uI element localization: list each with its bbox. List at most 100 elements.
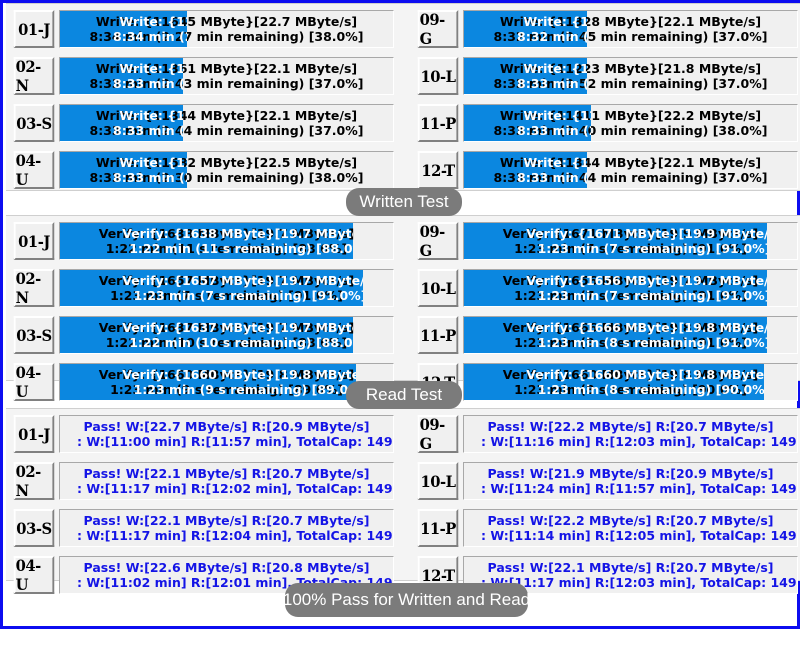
channel-slot[interactable]: 02-N Write: {11361 MByte}[22.1 MByte/s] 8:… xyxy=(12,57,394,95)
pass-result-text: Pass! W:[22.2 MByte/s] R:[20.7 MByte/s]:… xyxy=(464,510,797,546)
progress-line-2: 8:33 min (2:52 min remaining) [37.0%] xyxy=(517,76,587,91)
progress-line-1: Verify: {1638 MByte}[19.7 MByte/s] xyxy=(122,226,354,241)
progress-line-1: Verify: {1660 MByte}[19.8 MByte/s] xyxy=(122,367,357,382)
channel-slot[interactable]: 11-P Write: {11411 MByte}[22.2 MByte/s] 8:… xyxy=(416,104,798,142)
progress-bar-text-highlight: Write: {11361 MByte}[22.1 MByte/s]8:33 m… xyxy=(60,58,183,94)
badge-written-test: Written Test xyxy=(346,188,462,216)
channel-slot[interactable]: 02-N Verify: {1657 MByte}[19.7 MByte/s] 1:… xyxy=(12,269,394,307)
channel-slot[interactable]: 03-S Write: {11344 MByte}[22.1 MByte/s] 8:… xyxy=(12,104,394,142)
progress-bar: Write: {11645 MByte}[22.7 MByte/s] 8:34 m… xyxy=(59,10,394,48)
progress-bar: Write: {11361 MByte}[22.1 MByte/s] 8:33 m… xyxy=(59,57,394,95)
progress-bar-text: Verify: {1671 MByte}[19.9 MByte/s] 1:23 m… xyxy=(464,223,767,259)
pass-line-1: Pass! W:[22.2 MByte/s] R:[20.7 MByte/s] xyxy=(487,513,774,528)
channel-label-button[interactable]: 04-U xyxy=(13,363,55,401)
channel-label-button[interactable]: 03-S xyxy=(13,316,55,354)
pass-line-1: Pass! W:[22.1 MByte/s] R:[20.7 MByte/s] xyxy=(83,513,370,528)
channel-label-button[interactable]: 02-N xyxy=(13,462,55,500)
channel-slot[interactable]: 03-S Pass! W:[22.1 MByte/s] R:[20.7 MByte… xyxy=(12,509,394,547)
pass-line-1: Pass! W:[22.2 MByte/s] R:[20.7 MByte/s] xyxy=(487,419,774,434)
pass-result-text: Pass! W:[21.9 MByte/s] R:[20.9 MByte/s]:… xyxy=(464,463,797,499)
channel-label-button[interactable]: 02-N xyxy=(13,57,55,95)
channel-slot[interactable]: 03-S Verify: {1637 MByte}[19.7 MByte/s] 1:… xyxy=(12,316,394,354)
channel-slot[interactable]: 02-N Pass! W:[22.1 MByte/s] R:[20.7 MByte… xyxy=(12,462,394,500)
progress-bar-text-highlight: Verify: {1637 MByte}[19.7 MByte/s] 1:22 m… xyxy=(60,317,353,353)
progress-bar-text: Write: {11645 MByte}[22.7 MByte/s]8:34 m… xyxy=(60,11,187,47)
channel-label-button[interactable]: 02-N xyxy=(13,269,55,307)
progress-line-2: 1:23 min (8 s remaining) [91.0%] xyxy=(537,335,768,350)
channel-label-button[interactable]: 04-U xyxy=(13,151,55,189)
progress-bar: Write: {11582 MByte}[22.5 MByte/s] 8:33 m… xyxy=(59,151,394,189)
pass-result-panel: 01-J Pass! W:[22.7 MByte/s] R:[20.9 MByte… xyxy=(6,408,800,594)
channel-slot[interactable]: 09-G Verify: {1671 MByte}[19.9 MByte/s] 1:… xyxy=(416,222,798,260)
channel-slot[interactable]: 10-L Pass! W:[21.9 MByte/s] R:[20.9 MByte… xyxy=(416,462,798,500)
progress-line-2: 1:22 min (11 s remaining) [88.0%] xyxy=(129,241,354,256)
channel-slot[interactable]: 12-TVerify: {1660 MByte}[19.8 MByte/s]1:… xyxy=(416,363,798,401)
progress-bar-text-highlight: Verify: {1656 MByte}[19.7 MByte/s] 1:23 m… xyxy=(464,270,767,306)
progress-line-1: Write: {11223 MByte}[21.8 MByte/s] xyxy=(523,61,587,76)
pass-line-2: : W:[11:17 min] R:[12:02 min], TotalCap:… xyxy=(77,481,394,496)
channel-label-button[interactable]: 01-J xyxy=(13,415,55,453)
progress-bar-text-highlight: Write: {11645 MByte}[22.7 MByte/s]8:34 m… xyxy=(60,11,187,47)
progress-line-1: Write: {11328 MByte}[22.1 MByte/s] xyxy=(523,14,587,29)
progress-bar-text: Verify: {1660 MByte}[19.8 MByte/s] 1:23 m… xyxy=(464,364,764,400)
channel-slot[interactable]: 01-J Verify: {1638 MByte}[19.7 MByte/s] 1:… xyxy=(12,222,394,260)
progress-bar-text-highlight: Verify: {1657 MByte}[19.7 MByte/s] 1:23 m… xyxy=(60,270,363,306)
verify-test-panel: 01-J Verify: {1638 MByte}[19.7 MByte/s] 1:… xyxy=(6,215,800,401)
channel-label-button[interactable]: 09-G xyxy=(417,415,459,453)
progress-line-1: Verify: {1671 MByte}[19.9 MByte/s] xyxy=(526,226,768,241)
channel-slot[interactable]: 09-G Write: {11328 MByte}[22.1 MByte/s] 8:… xyxy=(416,10,798,48)
pass-line-1: Pass! W:[21.9 MByte/s] R:[20.9 MByte/s] xyxy=(487,466,774,481)
channel-label-button[interactable]: 09-G xyxy=(417,10,459,48)
channel-label-button[interactable]: 11-P xyxy=(417,104,459,142)
badge-read-test: Read Test xyxy=(346,381,462,409)
pass-line-2: : W:[11:17 min] R:[12:04 min], TotalCap:… xyxy=(77,528,394,543)
progress-bar: Verify: {1666 MByte}[19.8 MByte/s] 1:23 m… xyxy=(463,316,798,354)
progress-bar-text-highlight: Verify: {1666 MByte}[19.8 MByte/s] 1:23 m… xyxy=(464,317,767,353)
channel-slot[interactable]: 01-J Pass! W:[22.7 MByte/s] R:[20.9 MByte… xyxy=(12,415,394,453)
pass-line-2: : W:[11:14 min] R:[12:05 min], TotalCap:… xyxy=(481,528,798,543)
pass-column-left: 01-J Pass! W:[22.7 MByte/s] R:[20.9 MByte… xyxy=(12,409,400,594)
write-column-right: 09-G Write: {11328 MByte}[22.1 MByte/s] 8:… xyxy=(416,4,800,190)
progress-bar-text: Verify: {1666 MByte}[19.8 MByte/s] 1:23 m… xyxy=(464,317,767,353)
channel-slot[interactable]: 11-P Verify: {1666 MByte}[19.8 MByte/s] 1:… xyxy=(416,316,798,354)
channel-slot[interactable]: 11-P Pass! W:[22.2 MByte/s] R:[20.7 MByte… xyxy=(416,509,798,547)
channel-slot[interactable]: 04-U Write: {11582 MByte}[22.5 MByte/s] 8:… xyxy=(12,151,394,189)
channel-label-button[interactable]: 09-G xyxy=(417,222,459,260)
progress-bar-text-highlight: Verify: {1660 MByte}[19.8 MByte/s] 1:23 m… xyxy=(464,364,764,400)
progress-line-2: 8:33 min (2:30 min remaining) [38.0%] xyxy=(113,170,187,185)
progress-bar-text: Write: {11223 MByte}[21.8 MByte/s]8:33 m… xyxy=(464,58,587,94)
pass-line-2: : W:[11:24 min] R:[11:57 min], TotalCap:… xyxy=(481,481,798,496)
channel-slot[interactable]: 10-L Write: {11223 MByte}[21.8 MByte/s] 8:… xyxy=(416,57,798,95)
progress-line-1: Verify: {1657 MByte}[19.7 MByte/s] xyxy=(122,273,364,288)
progress-bar-text: Write: {11582 MByte}[22.5 MByte/s]8:33 m… xyxy=(60,152,187,188)
progress-bar-text-highlight: Write: {11344 MByte}[22.1 MByte/s]8:33 m… xyxy=(464,152,587,188)
channel-slot[interactable]: 01-J Write: {11645 MByte}[22.7 MByte/s] 8:… xyxy=(12,10,394,48)
channel-label-button[interactable]: 10-L xyxy=(417,462,459,500)
progress-line-2: 1:23 min (7 s remaining) [91.0%] xyxy=(133,288,364,303)
progress-bar: Verify: {1656 MByte}[19.7 MByte/s] 1:23 m… xyxy=(463,269,798,307)
channel-label-button[interactable]: 03-S xyxy=(13,104,55,142)
channel-label-button[interactable]: 12-T xyxy=(417,151,459,189)
channel-slot[interactable]: 04-U Verify: {1660 MByte}[19.8 MByte/s] 1:… xyxy=(12,363,394,401)
channel-label-button[interactable]: 10-L xyxy=(417,57,459,95)
progress-bar: Verify: {1638 MByte}[19.7 MByte/s] 1:22 m… xyxy=(59,222,394,260)
pass-line-1: Pass! W:[22.7 MByte/s] R:[20.9 MByte/s] xyxy=(83,419,370,434)
pass-result-text: Pass! W:[22.1 MByte/s] R:[20.7 MByte/s]:… xyxy=(60,510,393,546)
progress-line-2: 1:23 min (8 s remaining) [90.0%] xyxy=(537,382,764,397)
channel-label-button[interactable]: 11-P xyxy=(417,316,459,354)
progress-bar-text-highlight: Write: {11411 MByte}[22.2 MByte/s]8:33 m… xyxy=(464,105,591,141)
channel-label-button[interactable]: 01-J xyxy=(13,222,55,260)
channel-label-button[interactable]: 10-L xyxy=(417,269,459,307)
channel-slot[interactable]: 09-G Pass! W:[22.2 MByte/s] R:[20.7 MByte… xyxy=(416,415,798,453)
channel-label-button[interactable]: 01-J xyxy=(13,10,55,48)
channel-slot[interactable]: 10-L Verify: {1656 MByte}[19.7 MByte/s] 1:… xyxy=(416,269,798,307)
channel-slot[interactable]: 12-T Write: {11344 MByte}[22.1 MByte/s] 8:… xyxy=(416,151,798,189)
progress-bar: Write: {11223 MByte}[21.8 MByte/s] 8:33 m… xyxy=(463,57,798,95)
channel-label-button[interactable]: 11-P xyxy=(417,509,459,547)
channel-label-button[interactable]: 03-S xyxy=(13,509,55,547)
channel-label-button[interactable]: 04-U xyxy=(13,556,55,594)
progress-bar: Write: {11411 MByte}[22.2 MByte/s] 8:33 m… xyxy=(463,104,798,142)
progress-bar-text: Verify: {1637 MByte}[19.7 MByte/s] 1:22 m… xyxy=(60,317,353,353)
pass-result-field: Pass! W:[22.2 MByte/s] R:[20.7 MByte/s]:… xyxy=(463,415,798,453)
pass-line-2: : W:[11:16 min] R:[12:03 min], TotalCap:… xyxy=(481,434,798,449)
